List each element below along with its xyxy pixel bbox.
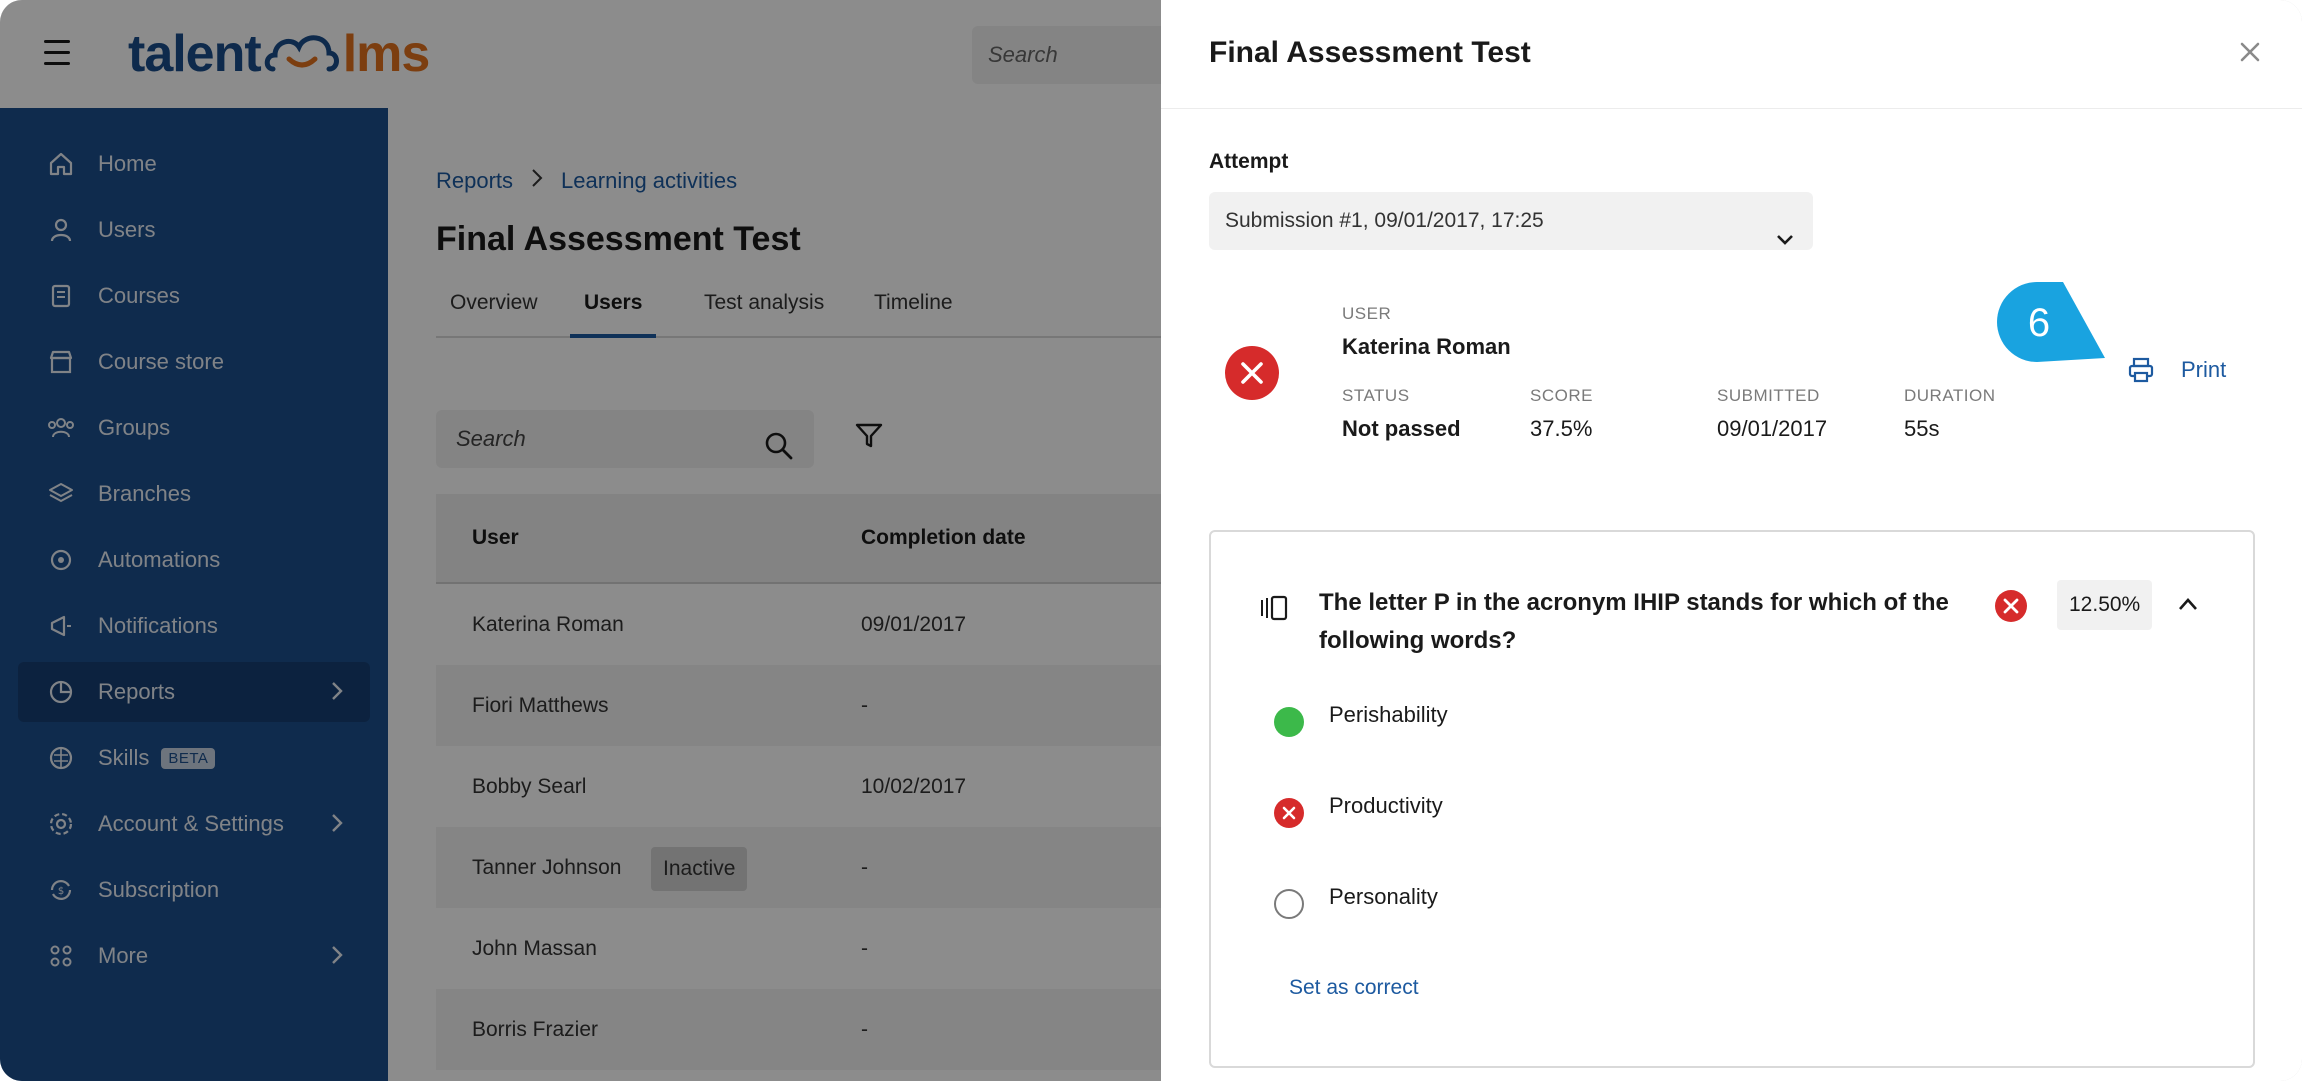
app-window: talent lms Search Home Users Courses Cou… [0,0,2302,1081]
correct-dot-icon [1274,707,1304,737]
score-label: SCORE [1530,386,1593,405]
attempt-select[interactable]: Submission #1, 09/01/2017, 17:25 [1209,192,1813,250]
status-value: Not passed [1342,416,1461,441]
callout-number: 6 [2028,301,2050,345]
modal-backdrop[interactable] [0,0,1161,1081]
answer-option: Personality [1273,884,1438,920]
duration-label: DURATION [1904,386,1996,405]
user-name: Katerina Roman [1342,334,1511,359]
duration-value: 55s [1904,416,1940,441]
empty-radio-icon [1274,889,1304,919]
failed-status-icon [1225,346,1279,405]
question-text: The letter P in the acronym IHIP stands … [1319,589,1949,654]
question-score: 12.50% [2057,580,2153,630]
submitted-value: 09/01/2017 [1717,416,1828,441]
submitted-label: SUBMITTED [1717,386,1820,405]
close-icon[interactable] [2238,40,2262,69]
incorrect-icon [1995,590,2027,627]
printer-icon [2128,357,2154,383]
chevron-down-icon [1775,212,1795,270]
wrong-answer-icon [1274,798,1304,828]
question-type-icon [1259,594,1289,627]
drawer-title: Final Assessment Test [1209,36,1531,69]
answer-option: Productivity [1273,793,1443,829]
score-value: 37.5% [1530,416,1593,441]
user-label: USER [1342,304,1392,323]
answer-option: Perishability [1273,702,1448,738]
attempt-label: Attempt [1209,150,1289,173]
chevron-up-icon[interactable] [2177,596,2199,617]
drawer-header: Final Assessment Test [1161,0,2302,109]
status-label: STATUS [1342,386,1410,405]
question-card: The letter P in the acronym IHIP stands … [1209,530,2255,1068]
print-button[interactable]: Print [2127,356,2226,384]
step-callout-marker: 6 [1997,282,2117,367]
set-as-correct-link[interactable]: Set as correct [1289,976,1419,1000]
submission-drawer: Final Assessment Test Attempt Submission… [1161,0,2302,1081]
